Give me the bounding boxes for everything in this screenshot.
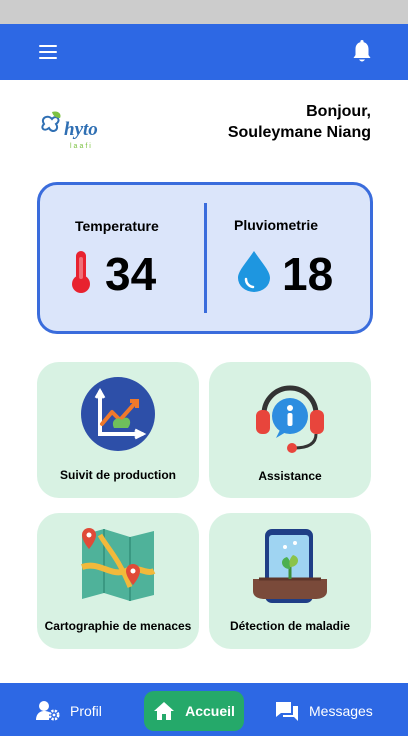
rainfall-value: 18 [282, 248, 334, 300]
greeting-username: Souleymane Niang [227, 124, 371, 141]
map-pins-icon [81, 528, 156, 601]
headset-support-icon [256, 385, 324, 453]
app-bar [0, 24, 408, 80]
thermometer-icon [68, 249, 94, 300]
nav-home[interactable]: Accueil [144, 691, 244, 731]
hamburger-menu-icon[interactable] [36, 40, 60, 64]
rainfall-label: Pluviometrie [234, 217, 319, 233]
greeting: Bonjour, Souleymane Niang [228, 101, 371, 143]
card-production-tracking[interactable]: Suivit de production [37, 362, 199, 498]
temperature-label: Temperature [75, 218, 159, 234]
nav-messages-label: Messages [309, 703, 373, 719]
card-label: Cartographie de menaces [44, 619, 192, 633]
nav-home-label: Accueil [185, 703, 235, 719]
home-icon [154, 702, 175, 720]
user-settings-icon [36, 701, 60, 721]
chat-icon [276, 702, 298, 721]
phone-plant-scan-icon [253, 529, 327, 603]
logo-name: hyto [64, 119, 98, 140]
temperature-value: 34 [105, 248, 157, 300]
greeting-hello: Bonjour, [306, 103, 371, 120]
card-label: Assistance [258, 469, 322, 483]
nav-profile[interactable]: Profil [36, 691, 102, 731]
card-disease-detection[interactable]: Détection de maladie [209, 513, 371, 649]
card-assistance[interactable]: Assistance [209, 362, 371, 498]
nav-messages[interactable]: Messages [275, 691, 373, 731]
card-threat-mapping[interactable]: Cartographie de menaces [37, 513, 199, 649]
bottom-navigation: Profil Accueil Messages [0, 683, 408, 736]
card-label: Suivit de production [60, 468, 176, 482]
growth-chart-icon [81, 377, 155, 451]
logo-tagline: laafi [70, 143, 93, 150]
weather-panel: Temperature 34 Pluviometrie 18 [37, 182, 373, 334]
nav-profile-label: Profil [70, 703, 102, 719]
app-logo: hyto laafi [38, 108, 124, 152]
water-drop-icon [236, 249, 272, 298]
status-bar [0, 0, 408, 24]
card-label: Détection de maladie [229, 619, 351, 633]
bell-icon[interactable] [350, 39, 374, 65]
weather-divider [204, 203, 207, 313]
